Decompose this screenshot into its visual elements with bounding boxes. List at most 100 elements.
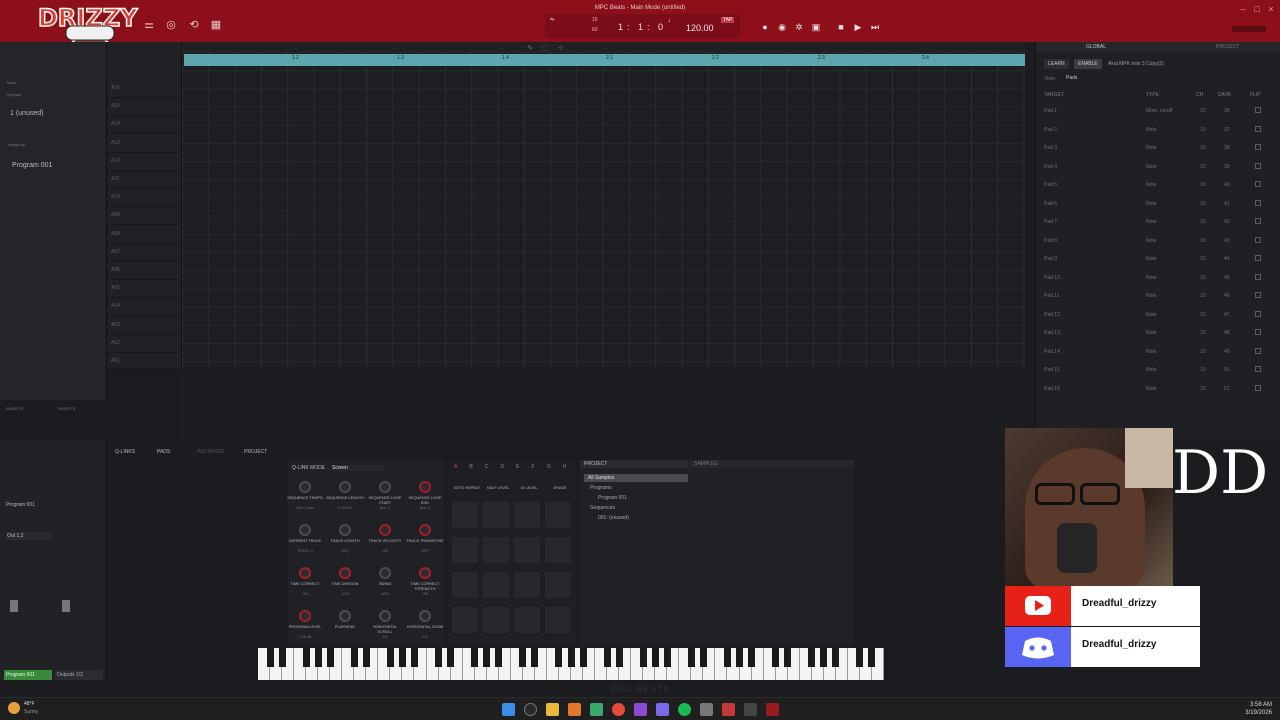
row-type[interactable]: Note — [1146, 164, 1157, 170]
row-type[interactable]: Note — [1146, 312, 1157, 318]
chrome-icon[interactable] — [612, 703, 625, 716]
piano-black-key[interactable] — [651, 648, 659, 667]
loop-field[interactable]: 60 — [592, 27, 598, 33]
row-type[interactable]: Note — [1146, 293, 1157, 299]
qlink-knob[interactable] — [339, 567, 351, 579]
piano-black-key[interactable] — [471, 648, 479, 667]
piano-black-key[interactable] — [639, 648, 647, 667]
qlink-knob[interactable] — [419, 524, 431, 536]
track-row[interactable]: A15 — [107, 98, 182, 117]
position-bars[interactable]: 1 — [618, 22, 623, 32]
piano-black-key[interactable] — [266, 648, 274, 667]
piano-black-key[interactable] — [447, 648, 455, 667]
browser-item[interactable]: Programs — [590, 485, 612, 491]
row-data[interactable]: 51 — [1224, 386, 1230, 392]
row-ch[interactable]: 10 — [1200, 312, 1206, 318]
midi-map-row[interactable]: Pad 4 Note 10 39 — [1040, 158, 1275, 176]
piano-black-key[interactable] — [350, 648, 358, 667]
tab-global[interactable]: GLOBAL — [1086, 44, 1106, 50]
drum-pad[interactable] — [452, 502, 478, 528]
pad-function-button[interactable]: 16 LEVEL — [514, 486, 544, 490]
drum-pad[interactable] — [545, 537, 571, 563]
piano-black-key[interactable] — [483, 648, 491, 667]
drum-pad[interactable] — [483, 537, 509, 563]
flip-checkbox[interactable] — [1255, 310, 1261, 317]
browser-item[interactable]: All Samples — [584, 474, 688, 482]
row-type[interactable]: Note — [1146, 330, 1157, 336]
row-data[interactable]: 40 — [1224, 182, 1230, 188]
bar-field[interactable]: 16 — [592, 17, 598, 23]
mpc-beats-icon[interactable] — [766, 703, 779, 716]
pointer-icon[interactable]: ⊹ — [558, 44, 564, 52]
row-type[interactable]: Note — [1146, 182, 1157, 188]
midi-map-row[interactable]: Pad 11 Note 10 46 — [1040, 287, 1275, 305]
row-data[interactable]: 44 — [1224, 256, 1230, 262]
piano-black-key[interactable] — [495, 648, 503, 667]
drum-pad[interactable] — [514, 572, 540, 598]
drum-pad[interactable] — [452, 537, 478, 563]
piano-black-key[interactable] — [278, 648, 286, 667]
midi-map-row[interactable]: Pad 2 Note 10 37 — [1040, 121, 1275, 139]
row-type[interactable]: Note — [1146, 145, 1157, 151]
qlink-mode-select[interactable]: Screen — [332, 465, 384, 471]
search-icon[interactable] — [524, 703, 537, 716]
browser-item[interactable]: Sequences — [590, 505, 615, 511]
row-ch[interactable]: 10 — [1200, 330, 1206, 336]
piano-black-key[interactable] — [362, 648, 370, 667]
piano-black-key[interactable] — [519, 648, 527, 667]
track-row[interactable]: A03 — [107, 317, 182, 335]
piano-black-key[interactable] — [724, 648, 731, 667]
qlink-knob[interactable] — [339, 524, 351, 536]
qlink-knob[interactable] — [339, 610, 351, 622]
pad-function-button[interactable]: HALF LEVEL — [483, 486, 513, 490]
flip-checkbox[interactable] — [1255, 347, 1261, 354]
piano-black-key[interactable] — [736, 648, 744, 667]
app-icon-red[interactable] — [722, 703, 735, 716]
piano-black-key[interactable] — [832, 648, 840, 667]
flip-checkbox[interactable] — [1255, 125, 1261, 132]
row-data[interactable]: 46 — [1224, 293, 1230, 299]
piano-black-key[interactable] — [386, 648, 394, 667]
qlink-knob[interactable] — [299, 610, 311, 622]
tab-project[interactable]: PROJECT — [1216, 44, 1239, 50]
qlink-knob[interactable] — [419, 481, 431, 493]
midi-map-row[interactable]: Pad 7 Note 10 42 — [1040, 213, 1275, 231]
track-name[interactable]: 1 (unused) — [10, 110, 60, 117]
row-type[interactable]: Note — [1146, 367, 1157, 373]
row-type[interactable]: Note — [1146, 238, 1157, 244]
drum-pad[interactable] — [452, 572, 478, 598]
drum-pad[interactable] — [483, 607, 509, 633]
tab-qlinks[interactable]: Q-LINKS — [115, 449, 135, 455]
overdub-button-icon[interactable]: ◉ — [777, 22, 787, 32]
midi-map-row[interactable]: Pad 15 Note 10 50 — [1040, 361, 1275, 379]
master-volume-meter[interactable] — [1232, 26, 1266, 32]
piano-black-key[interactable] — [555, 648, 563, 667]
qlink-knob[interactable] — [419, 567, 431, 579]
track-row[interactable]: A09 — [107, 207, 182, 226]
close-icon[interactable]: × — [1266, 4, 1276, 14]
mixer-tab-program[interactable]: Program 001 — [4, 670, 52, 680]
row-ch[interactable]: 10 — [1200, 256, 1206, 262]
row-ch[interactable]: 10 — [1200, 293, 1206, 299]
track-row[interactable]: A06 — [107, 262, 182, 280]
midi-map-row[interactable]: Pad 8 Note 10 43 — [1040, 232, 1275, 250]
pad-bank-button[interactable]: G — [547, 464, 551, 470]
piano-black-key[interactable] — [398, 648, 406, 667]
row-data[interactable]: 41 — [1224, 201, 1230, 207]
flip-checkbox[interactable] — [1255, 162, 1261, 169]
app-icon-dark[interactable] — [744, 703, 757, 716]
row-type[interactable]: Note — [1146, 275, 1157, 281]
flip-checkbox[interactable] — [1255, 144, 1261, 150]
row-data[interactable]: 38 — [1224, 145, 1230, 151]
piano-black-key[interactable] — [663, 648, 671, 667]
output-select[interactable]: Out 1,2 — [6, 532, 52, 540]
pad-bank-button[interactable]: B — [470, 464, 473, 470]
learn-button[interactable]: LEARN — [1044, 59, 1069, 69]
flip-checkbox[interactable] — [1255, 255, 1261, 261]
drum-pad[interactable] — [483, 572, 509, 598]
piano-black-key[interactable] — [808, 648, 816, 667]
row-data[interactable]: 43 — [1224, 238, 1230, 244]
row-ch[interactable]: 10 — [1200, 219, 1206, 225]
minimize-icon[interactable]: – — [1238, 4, 1248, 14]
select-icon[interactable]: ⬚ — [542, 44, 549, 52]
